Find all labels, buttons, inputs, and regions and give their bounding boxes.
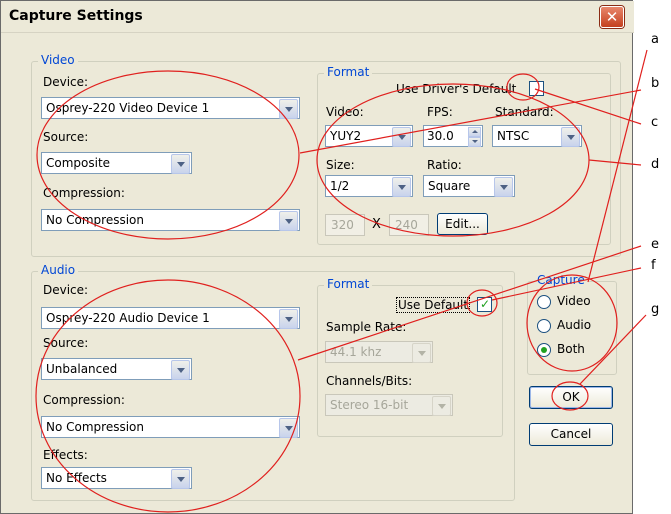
close-icon[interactable]: ✕ [600,6,624,28]
capture-group-label: Capture [534,273,588,287]
channels-bits-select: Stereo 16-bit [325,394,453,416]
video-compression-value: No Compression [46,213,144,227]
video-format-label: Format [324,65,373,79]
use-drivers-default-checkbox[interactable] [529,81,544,96]
checkmark-icon: ✓ [480,297,491,311]
size-value: 1/2 [330,179,350,193]
sample-rate-select: 44.1 khz [325,341,433,363]
chevron-down-icon[interactable] [171,469,190,489]
annotation-a: a [651,32,659,47]
cancel-button[interactable]: Cancel [529,423,613,446]
ratio-select[interactable]: Square [423,175,515,197]
chevron-down-icon[interactable] [171,154,190,174]
video-codec-select[interactable]: YUY2 [325,125,413,147]
width-value: 320 [331,218,354,232]
capture-video-radio[interactable] [537,295,551,309]
video-codec-label: Video: [326,105,364,119]
annotation-e: e [651,237,659,252]
audio-format-label: Format [324,277,373,291]
channels-bits-label: Channels/Bits: [326,374,413,388]
width-field: 320 [325,214,365,236]
audio-device-value: Osprey-220 Audio Device 1 [46,311,210,325]
standard-select[interactable]: NTSC [492,125,582,147]
standard-value: NTSC [497,129,530,143]
annotation-f: f [651,258,656,273]
dialog-title: Capture Settings [9,8,143,24]
chevron-down-icon[interactable] [392,177,411,197]
video-source-value: Composite [46,156,111,170]
audio-compression-value: No Compression [46,420,144,434]
audio-effects-value: No Effects [46,471,107,485]
video-source-label: Source: [43,130,89,144]
title-bar[interactable]: Capture Settings ✕ [1,1,634,33]
audio-source-label: Source: [43,336,89,350]
audio-group-label: Audio [38,263,79,277]
audio-effects-select[interactable]: No Effects [41,467,192,489]
video-compression-select[interactable]: No Compression [41,209,300,231]
chevron-down-icon[interactable] [279,99,298,119]
chevron-down-icon[interactable] [279,418,298,438]
ok-button[interactable]: OK [529,386,613,409]
annotation-c: c [651,115,659,130]
standard-label: Standard: [495,105,554,119]
annotation-g: g [651,302,660,317]
audio-effects-label: Effects: [43,448,88,462]
annotation-b: b [651,76,660,91]
height-field: 240 [389,214,429,236]
chevron-down-icon[interactable] [279,309,298,329]
sample-rate-value: 44.1 khz [330,345,382,359]
audio-source-select[interactable]: Unbalanced [41,358,192,380]
video-group-label: Video [38,53,78,67]
audio-device-select[interactable]: Osprey-220 Audio Device 1 [41,307,300,329]
size-label: Size: [326,158,355,172]
height-value: 240 [395,218,418,232]
audio-device-label: Device: [43,283,89,297]
fps-value: 30.0 [427,129,454,143]
video-source-select[interactable]: Composite [41,152,192,174]
dimension-separator: X [372,217,381,232]
audio-compression-select[interactable]: No Compression [41,416,300,438]
chevron-down-icon [432,396,451,416]
chevron-down-icon[interactable] [171,360,190,380]
chevron-down-icon[interactable] [494,177,513,197]
capture-audio-label: Audio [557,318,592,332]
audio-compression-label: Compression: [43,393,125,407]
video-device-value: Osprey-220 Video Device 1 [46,101,210,115]
chevron-down-icon[interactable] [279,211,298,231]
video-device-label: Device: [43,75,89,89]
capture-settings-dialog: Capture Settings ✕ Video Device: Osprey-… [0,0,634,514]
use-default-checkbox[interactable]: ✓ [477,297,492,312]
audio-source-value: Unbalanced [46,362,118,376]
size-select[interactable]: 1/2 [325,175,413,197]
fps-spinner[interactable]: 30.0 [423,125,483,147]
use-default-label: Use Default [396,297,471,313]
video-codec-value: YUY2 [330,129,362,143]
ratio-label: Ratio: [427,158,462,172]
annotation-d: d [651,157,660,172]
chevron-down-icon[interactable] [392,127,411,147]
chevron-down-icon[interactable] [561,127,580,147]
capture-both-radio[interactable] [537,343,551,357]
sample-rate-label: Sample Rate: [326,320,407,334]
ratio-value: Square [428,179,471,193]
edit-button[interactable]: Edit... [437,213,488,235]
capture-audio-radio[interactable] [537,319,551,333]
capture-both-label: Both [557,342,585,356]
capture-video-label: Video [557,294,591,308]
video-device-select[interactable]: Osprey-220 Video Device 1 [41,97,300,119]
fps-label: FPS: [427,105,453,119]
use-drivers-default-label: Use Driver's Default [396,82,517,96]
channels-bits-value: Stereo 16-bit [330,398,409,412]
spinner-arrows-icon[interactable] [468,127,481,147]
video-compression-label: Compression: [43,186,125,200]
chevron-down-icon [412,343,431,363]
